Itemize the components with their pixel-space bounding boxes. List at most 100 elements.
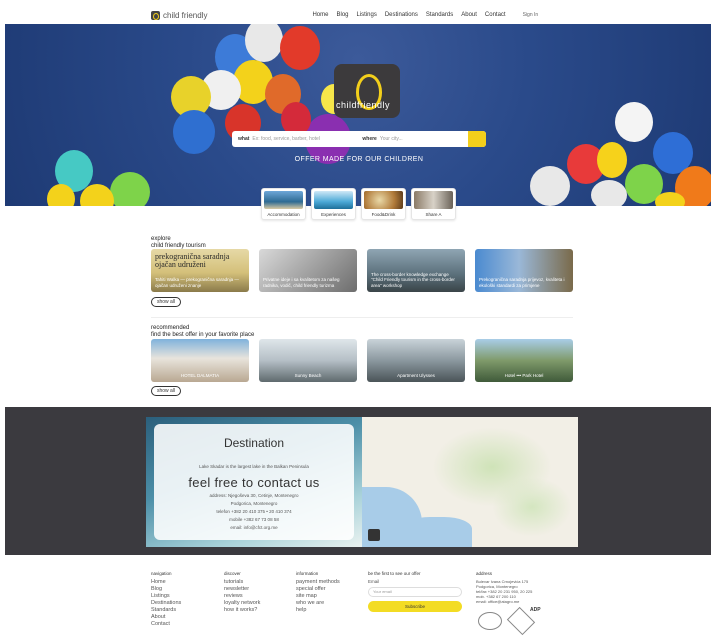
explore-card[interactable]: Prekogranična saradnja prijevoz, kvalite…: [475, 249, 573, 292]
category-accommodation[interactable]: Accommodation: [261, 188, 306, 220]
recommended-heading: recommended find the best offer in your …: [151, 325, 254, 339]
category-share[interactable]: Share A: [411, 188, 456, 220]
search-button[interactable]: [468, 131, 486, 147]
search-what-input[interactable]: Ex: food, service, barber, hotel: [252, 136, 342, 142]
footer-address: address Bulevar Ivana Crnojevića 175 Pod…: [476, 570, 532, 604]
hero-brand-text: childfriendly: [335, 100, 391, 110]
search-what-label: what: [238, 136, 250, 142]
recommended-card[interactable]: Apartment Ulysses: [367, 339, 465, 382]
footer-col-title: be the first to see our offer: [368, 571, 421, 576]
footer-link[interactable]: site map: [296, 593, 340, 600]
footer-link[interactable]: Listings: [151, 593, 181, 600]
footer-link[interactable]: payment methods: [296, 579, 340, 586]
card-caption: HOTEL DALMATIA: [180, 372, 220, 378]
category-image: [314, 191, 353, 209]
contact-mobile: mobile +382 67 73 08 58: [229, 517, 279, 522]
nav-standards[interactable]: Standards: [426, 12, 453, 18]
address-line: email: office@atagro.me: [476, 599, 520, 604]
recommended-title-line1: recommended: [151, 325, 190, 331]
explore-heading: explore child friendly tourism: [151, 236, 206, 250]
nav-blog[interactable]: Blog: [336, 12, 348, 18]
balloon-image: [655, 192, 685, 206]
balloon-image: [47, 184, 75, 206]
footer-link[interactable]: About: [151, 614, 181, 621]
card-caption: Hotel ••• Park Hotel: [504, 372, 544, 378]
nav-about[interactable]: About: [461, 12, 477, 18]
category-label: Accommodation: [267, 212, 300, 217]
footer-link[interactable]: Blog: [151, 586, 181, 593]
balloon-image: [110, 172, 150, 206]
balloon-image: [245, 24, 283, 62]
balloon-image: [530, 166, 570, 206]
category-label: Share A: [425, 212, 442, 217]
logo[interactable]: child friendly: [151, 10, 207, 20]
newsletter-email-label: Email: [368, 579, 380, 584]
explore-card[interactable]: The cross-border knowledge exchange "Chi…: [367, 249, 465, 292]
map-greenery: [492, 477, 572, 537]
balloon-image: [615, 102, 653, 142]
map-sea: [402, 517, 472, 547]
contact-phone: telefon +382 20 410 375 • 20 410 374: [216, 509, 292, 514]
balloon-image: [280, 26, 320, 70]
explore-show-all-button[interactable]: show all: [151, 297, 181, 307]
signin-link[interactable]: Sign In: [523, 12, 539, 18]
category-chips: Accommodation Experiences Food&Drink Sha…: [261, 188, 456, 220]
recommended-card[interactable]: Sunny Beach: [259, 339, 357, 382]
card-caption: Apartment Ulysses: [397, 372, 435, 378]
recommended-card[interactable]: Hotel ••• Park Hotel: [475, 339, 573, 382]
footer-information: information payment methods special offe…: [296, 570, 340, 614]
card-caption: Prekogranična saradnja prijevoz, kvalite…: [479, 277, 565, 288]
explore-cards: prekogranična saradnja ojačan udruženi T…: [151, 249, 573, 292]
footer-col-title: discover: [224, 571, 241, 576]
card-caption: Tahiti Walka — prekogranična saradnja — …: [155, 277, 239, 288]
footer-link[interactable]: reviews: [224, 593, 260, 600]
category-label: Food&Drink: [371, 212, 396, 217]
footer-discover: discover tutorials newsletter reviews lo…: [224, 570, 260, 614]
footer-link[interactable]: newsletter: [224, 586, 260, 593]
adp-badge: ADP: [530, 607, 541, 613]
hero-banner: [5, 24, 711, 206]
recommended-show-all-button[interactable]: show all: [151, 386, 181, 396]
map-view[interactable]: [362, 417, 578, 547]
footer-navigation: navigation Home Blog Listings Destinatio…: [151, 570, 181, 628]
search-where-label: where: [362, 136, 377, 142]
nav-destinations[interactable]: Destinations: [385, 12, 418, 18]
footer-link[interactable]: who we are: [296, 600, 340, 607]
category-experiences[interactable]: Experiences: [311, 188, 356, 220]
balloon-image: [591, 180, 627, 206]
footer-col-title: navigation: [151, 571, 172, 576]
contact-email[interactable]: email: info@cfct.org.me: [154, 525, 354, 530]
recommended-card[interactable]: HOTEL DALMATIA: [151, 339, 249, 382]
footer-newsletter: be the first to see our offer Email Your…: [368, 570, 462, 612]
explore-title-line1: explore: [151, 236, 171, 242]
newsletter-email-input[interactable]: Your email: [368, 587, 462, 597]
category-food-drink[interactable]: Food&Drink: [361, 188, 406, 220]
footer-link[interactable]: Contact: [151, 621, 181, 628]
footer-link[interactable]: loyalty network: [224, 600, 260, 607]
card-caption: Sunny Beach: [294, 372, 322, 378]
footer-link[interactable]: Standards: [151, 607, 181, 614]
footer-link[interactable]: Home: [151, 579, 181, 586]
explore-card[interactable]: Privatne ideje i sa kvalitetom za našeg …: [259, 249, 357, 292]
destination-card: Destination Lake Skadar is the largest l…: [154, 424, 354, 540]
hero-tagline: OFFER MADE FOR OUR CHILDREN: [294, 156, 424, 163]
subscribe-button[interactable]: Subscribe: [368, 601, 462, 612]
footer-link[interactable]: how it works?: [224, 607, 260, 614]
destination-title: Destination: [223, 436, 285, 450]
nav-home[interactable]: Home: [312, 12, 328, 18]
page: child friendly Home Blog Listings Destin…: [0, 0, 711, 639]
category-image: [364, 191, 403, 209]
map-zoom-control[interactable]: [368, 529, 380, 541]
partner-logo: [478, 612, 502, 630]
nav-contact[interactable]: Contact: [485, 12, 506, 18]
footer-link[interactable]: tutorials: [224, 579, 260, 586]
main-nav: Home Blog Listings Destinations Standard…: [312, 12, 505, 18]
search-where-input[interactable]: Your city...: [380, 136, 403, 142]
recommended-title-line2: find the best offer in your favorite pla…: [151, 332, 255, 338]
footer-link[interactable]: special offer: [296, 586, 340, 593]
footer-link[interactable]: help: [296, 607, 340, 614]
nav-listings[interactable]: Listings: [357, 12, 377, 18]
search-bar: what Ex: food, service, barber, hotel wh…: [232, 131, 486, 147]
footer-link[interactable]: Destinations: [151, 600, 181, 607]
explore-card[interactable]: prekogranična saradnja ojačan udruženi T…: [151, 249, 249, 292]
